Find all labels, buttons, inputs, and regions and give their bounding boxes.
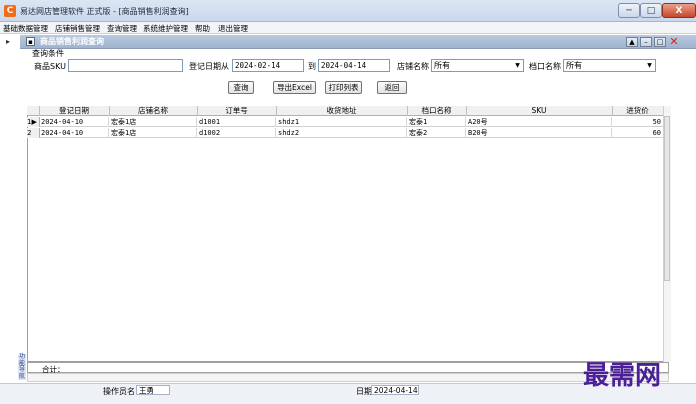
mdi-arrow-icon: ▸ bbox=[6, 37, 11, 46]
watermark-logo: 最需网 bbox=[583, 361, 662, 391]
menu-query[interactable]: 查询管理 bbox=[107, 23, 137, 34]
function-nav-tab[interactable]: 功能导航 bbox=[18, 353, 26, 380]
date-to-label: 到 bbox=[308, 62, 316, 71]
cell-address[interactable]: shdz1 bbox=[276, 117, 407, 127]
date-from-label: 登记日期从 bbox=[189, 62, 229, 71]
date-from-input[interactable]: 2024-02-14 bbox=[232, 59, 304, 72]
shop-select-value: 所有 bbox=[434, 61, 450, 70]
menu-basic-data[interactable]: 基础数据管理 bbox=[3, 23, 48, 34]
table-row[interactable]: 1▶ 2024-04-10 宏泰1店 d1001 shdz1 宏泰1 A20号 … bbox=[27, 117, 663, 127]
close-button[interactable]: X bbox=[662, 3, 696, 18]
menu-exit[interactable]: 退出管理 bbox=[218, 23, 248, 34]
port-select-value: 所有 bbox=[566, 61, 582, 70]
menu-bar: 基础数据管理 店铺销售管理 查询管理 系统维护管理 帮助 退出管理 bbox=[0, 22, 696, 34]
col-register-date[interactable]: 登记日期 bbox=[39, 106, 110, 116]
col-address[interactable]: 收货地址 bbox=[276, 106, 408, 116]
mdi-minimize-button[interactable]: – bbox=[640, 37, 652, 47]
col-order-no[interactable]: 订单号 bbox=[197, 106, 277, 116]
print-list-button[interactable]: 打印列表 bbox=[325, 81, 362, 94]
mdi-close-icon[interactable]: ✕ bbox=[668, 36, 680, 48]
horizontal-scrollbar[interactable] bbox=[27, 373, 669, 382]
date-label: 日期 bbox=[356, 387, 372, 396]
minimize-button[interactable]: ─ bbox=[618, 3, 640, 18]
sku-input[interactable] bbox=[68, 59, 183, 72]
shop-select[interactable]: 所有 ▼ bbox=[431, 59, 524, 72]
export-excel-button[interactable]: 导出Excel bbox=[273, 81, 316, 94]
vertical-scroll-thumb[interactable] bbox=[664, 116, 670, 281]
app-icon: C bbox=[4, 5, 16, 17]
back-button[interactable]: 返回 bbox=[377, 81, 407, 94]
cell-register-date[interactable]: 2024-04-10 bbox=[39, 128, 109, 138]
cell-shop-name[interactable]: 宏泰1店 bbox=[109, 117, 197, 127]
mdi-window-icon: ▪ bbox=[26, 37, 35, 46]
window-title: 易达网店管理软件 正式版 - [商品销售利润查询] bbox=[20, 7, 189, 16]
cell-register-date[interactable]: 2024-04-10 bbox=[39, 117, 109, 127]
col-sku[interactable]: SKU bbox=[466, 106, 613, 116]
mdi-title-bar bbox=[20, 35, 696, 49]
operator-label: 操作员名 bbox=[103, 387, 135, 396]
col-shop-name[interactable]: 店铺名称 bbox=[109, 106, 198, 116]
current-row-icon: ▶ bbox=[31, 118, 37, 126]
cell-shop-name[interactable]: 宏泰1店 bbox=[109, 128, 197, 138]
total-row: 合计： bbox=[27, 362, 669, 374]
cell-purchase-price[interactable]: 60 bbox=[612, 128, 663, 138]
menu-shop-sales[interactable]: 店铺销售管理 bbox=[55, 23, 100, 34]
menu-help[interactable]: 帮助 bbox=[195, 23, 210, 34]
chevron-down-icon: ▼ bbox=[515, 62, 520, 69]
col-port-name[interactable]: 档口名称 bbox=[407, 106, 467, 116]
chevron-down-icon: ▼ bbox=[647, 62, 652, 69]
port-select[interactable]: 所有 ▼ bbox=[563, 59, 656, 72]
cell-sku[interactable]: A20号 bbox=[466, 117, 612, 127]
mdi-window-title: 商品销售利润查询 bbox=[40, 37, 104, 46]
col-purchase-price[interactable]: 进货价 bbox=[612, 106, 663, 116]
cell-sku[interactable]: B20号 bbox=[466, 128, 612, 138]
mdi-maximize-button[interactable]: □ bbox=[654, 37, 666, 47]
row-number: 2 bbox=[27, 129, 32, 137]
cell-purchase-price[interactable]: 50 bbox=[612, 117, 663, 127]
query-conditions-label: 查询条件 bbox=[32, 49, 64, 58]
maximize-button[interactable]: □ bbox=[640, 3, 662, 18]
cell-order-no[interactable]: d1002 bbox=[197, 128, 276, 138]
cell-port-name[interactable]: 宏泰2 bbox=[407, 128, 466, 138]
mdi-restore-button[interactable]: ▲ bbox=[626, 37, 638, 47]
menu-system[interactable]: 系统维护管理 bbox=[143, 23, 188, 34]
date-value: 2024-04-14 bbox=[371, 385, 419, 395]
sku-label: 商品SKU bbox=[34, 62, 66, 71]
date-to-input[interactable]: 2024-04-14 bbox=[318, 59, 390, 72]
cell-address[interactable]: shdz2 bbox=[276, 128, 407, 138]
table-row[interactable]: 2 2024-04-10 宏泰1店 d1002 shdz2 宏泰2 B20号 6… bbox=[27, 128, 663, 138]
results-grid bbox=[27, 106, 669, 362]
shop-name-label: 店铺名称 bbox=[397, 62, 429, 71]
cell-order-no[interactable]: d1001 bbox=[197, 117, 276, 127]
port-name-label: 档口名称 bbox=[529, 62, 561, 71]
grid-header: 登记日期 店铺名称 订单号 收货地址 档口名称 SKU 进货价 bbox=[27, 106, 663, 116]
cell-port-name[interactable]: 宏泰1 bbox=[407, 117, 466, 127]
query-button[interactable]: 查询 bbox=[228, 81, 254, 94]
operator-value: 王勇 bbox=[136, 385, 170, 395]
